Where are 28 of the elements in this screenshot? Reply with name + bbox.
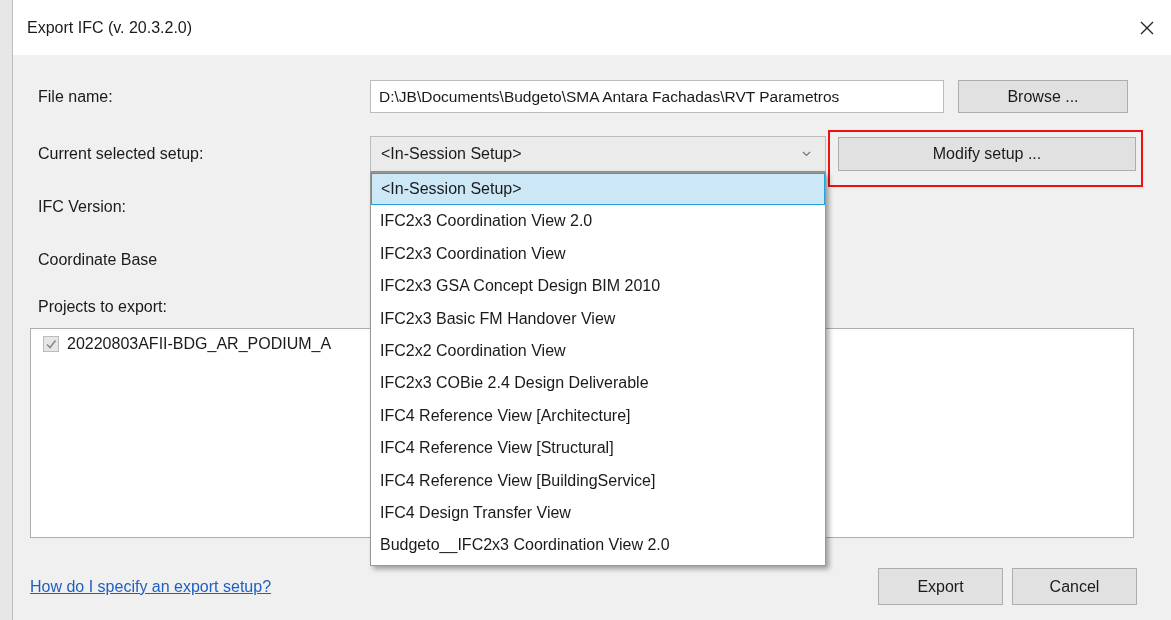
dropdown-option[interactable]: IFC4 Reference View [Structural] [371,432,825,465]
dropdown-option[interactable]: Budgeto__IFC2x3 Coordination View 2.0 [371,529,825,562]
section-label: Projects to export: [37,298,168,316]
dropdown-option[interactable]: IFC2x3 GSA Concept Design BIM 2010 [371,270,825,303]
file-name-field[interactable]: D:\JB\Documents\Budgeto\SMA Antara Fachadas\RVT Parametros [370,80,944,113]
dropdown-option[interactable]: <In-Session Setup> [371,173,825,206]
field-label: Coordinate Base [37,250,159,269]
help-link[interactable]: How do I specify an export setup? [30,577,272,596]
window-title: Export IFC (v. 20.3.2.0) [27,18,193,37]
dropdown-option[interactable]: IFC2x2 Coordination View [371,334,825,368]
field-label: File name: [37,87,114,106]
field-label: Current selected setup: [37,145,205,163]
dropdown-option[interactable]: IFC2x3 COBie 2.4 Design Deliverable [371,367,825,400]
dropdown-option[interactable]: IFC4 Design Transfer View [371,496,825,530]
dropdown-option[interactable]: IFC4 Reference View [BuildingService] [371,464,825,497]
dialog-button[interactable]: Export [878,568,1003,605]
chevron-down-icon [802,151,811,157]
setup-dropdown[interactable]: <In-Session Setup> [370,136,826,172]
dialog-button[interactable]: Cancel [1012,568,1137,605]
modify-setup-button[interactable]: Modify setup ... [838,137,1136,171]
dropdown-option[interactable]: IFC2x3 Basic FM Handover View [371,302,825,335]
browse-button[interactable]: Browse ... [958,80,1128,113]
project-name: 20220803AFII-BDG_AR_PODIUM_A [67,335,332,353]
close-icon[interactable] [1140,20,1154,35]
dropdown-option[interactable]: IFC2x3 Coordination View 2.0 [371,205,825,238]
dropdown-option[interactable]: IFC2x3 Coordination View [371,237,825,271]
dropdown-option[interactable]: IFC4 Reference View [Architecture] [371,399,825,433]
field-label: IFC Version: [37,197,128,216]
